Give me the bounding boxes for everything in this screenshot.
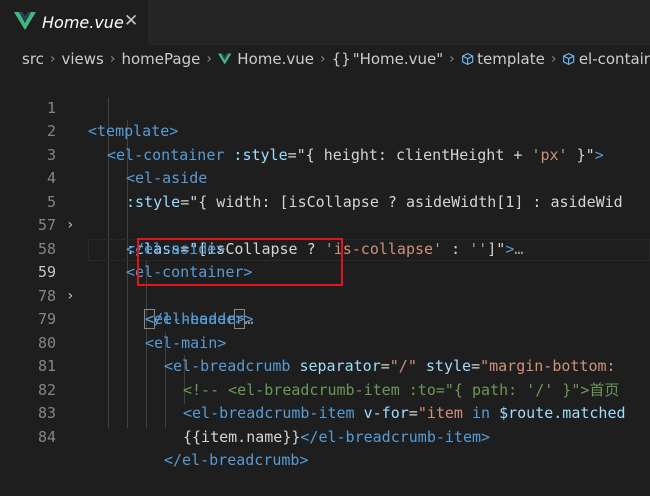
- breadcrumb-item-src[interactable]: src: [22, 50, 44, 68]
- vue-icon: [14, 12, 36, 30]
- code-line: 1 <template>: [0, 73, 650, 141]
- highlight-box: [137, 238, 343, 286]
- tab-home-vue[interactable]: Home.vue ✕: [0, 0, 148, 45]
- code-line: 2 <el-container :style="{ height: client…: [0, 97, 650, 164]
- breadcrumb-item-el-container[interactable]: el-contair: [579, 50, 650, 68]
- tab-bar: Home.vue ✕: [0, 0, 650, 45]
- breadcrumb-item-views[interactable]: views: [62, 50, 104, 68]
- breadcrumb-item-template[interactable]: template: [477, 50, 545, 68]
- code-line: 82 <el-breadcrumb-item v-for="item in $r…: [0, 355, 650, 423]
- code-line: 83 {{item.name}}</el-breadcrumb-item>: [0, 379, 650, 446]
- code-line: 81 <!-- <el-breadcrumb-item :to="{ path:…: [0, 332, 650, 399]
- vue-icon: [217, 53, 232, 65]
- cube-icon: [563, 52, 575, 66]
- tab-label: Home.vue: [42, 13, 124, 32]
- chevron-right-icon: ›: [109, 51, 116, 67]
- chevron-right-icon: ›: [550, 51, 557, 67]
- cube-icon: [461, 52, 474, 66]
- chevron-right-icon: ›: [449, 51, 455, 67]
- breadcrumb-item-home-vue[interactable]: Home.vue: [237, 50, 314, 68]
- code-line: 57 </el-aside>: [0, 191, 650, 258]
- close-icon[interactable]: ✕: [124, 11, 138, 31]
- code-line: 84 </el-breadcrumb>: [0, 402, 650, 470]
- breadcrumb-item-home-vue-module[interactable]: "Home.vue": [353, 50, 443, 68]
- code-line: 4 :style="{ width: [isCollapse ? asideWi…: [0, 144, 650, 211]
- code-token: </el-breadcrumb-item>: [300, 427, 491, 446]
- code-token: </el-breadcrumb>: [164, 451, 309, 469]
- code-line: 5 › :class="[isCollapse ? 'is-collapse' …: [0, 167, 650, 258]
- chevron-right-icon: ›: [319, 51, 326, 67]
- braces-icon: {}: [331, 50, 351, 68]
- chevron-right-icon: ›: [206, 51, 212, 67]
- code-token: {{item.name}}: [183, 427, 301, 446]
- code-line: 58 <el-container>: [0, 214, 650, 282]
- code-line: 79 <el-main>: [0, 285, 650, 352]
- line-number: 84: [37, 427, 56, 446]
- code-editor[interactable]: 1 <template> 2 <el-container :style="{ h…: [0, 73, 650, 470]
- code-line: 3 <el-aside: [0, 120, 650, 188]
- code-line: 80 <el-breadcrumb separator="/" style="m…: [0, 308, 650, 376]
- breadcrumb: src › views › homePage › Home.vue › {} "…: [0, 45, 650, 73]
- breadcrumb-item-homepage[interactable]: homePage: [121, 50, 200, 68]
- chevron-right-icon: ›: [49, 51, 56, 67]
